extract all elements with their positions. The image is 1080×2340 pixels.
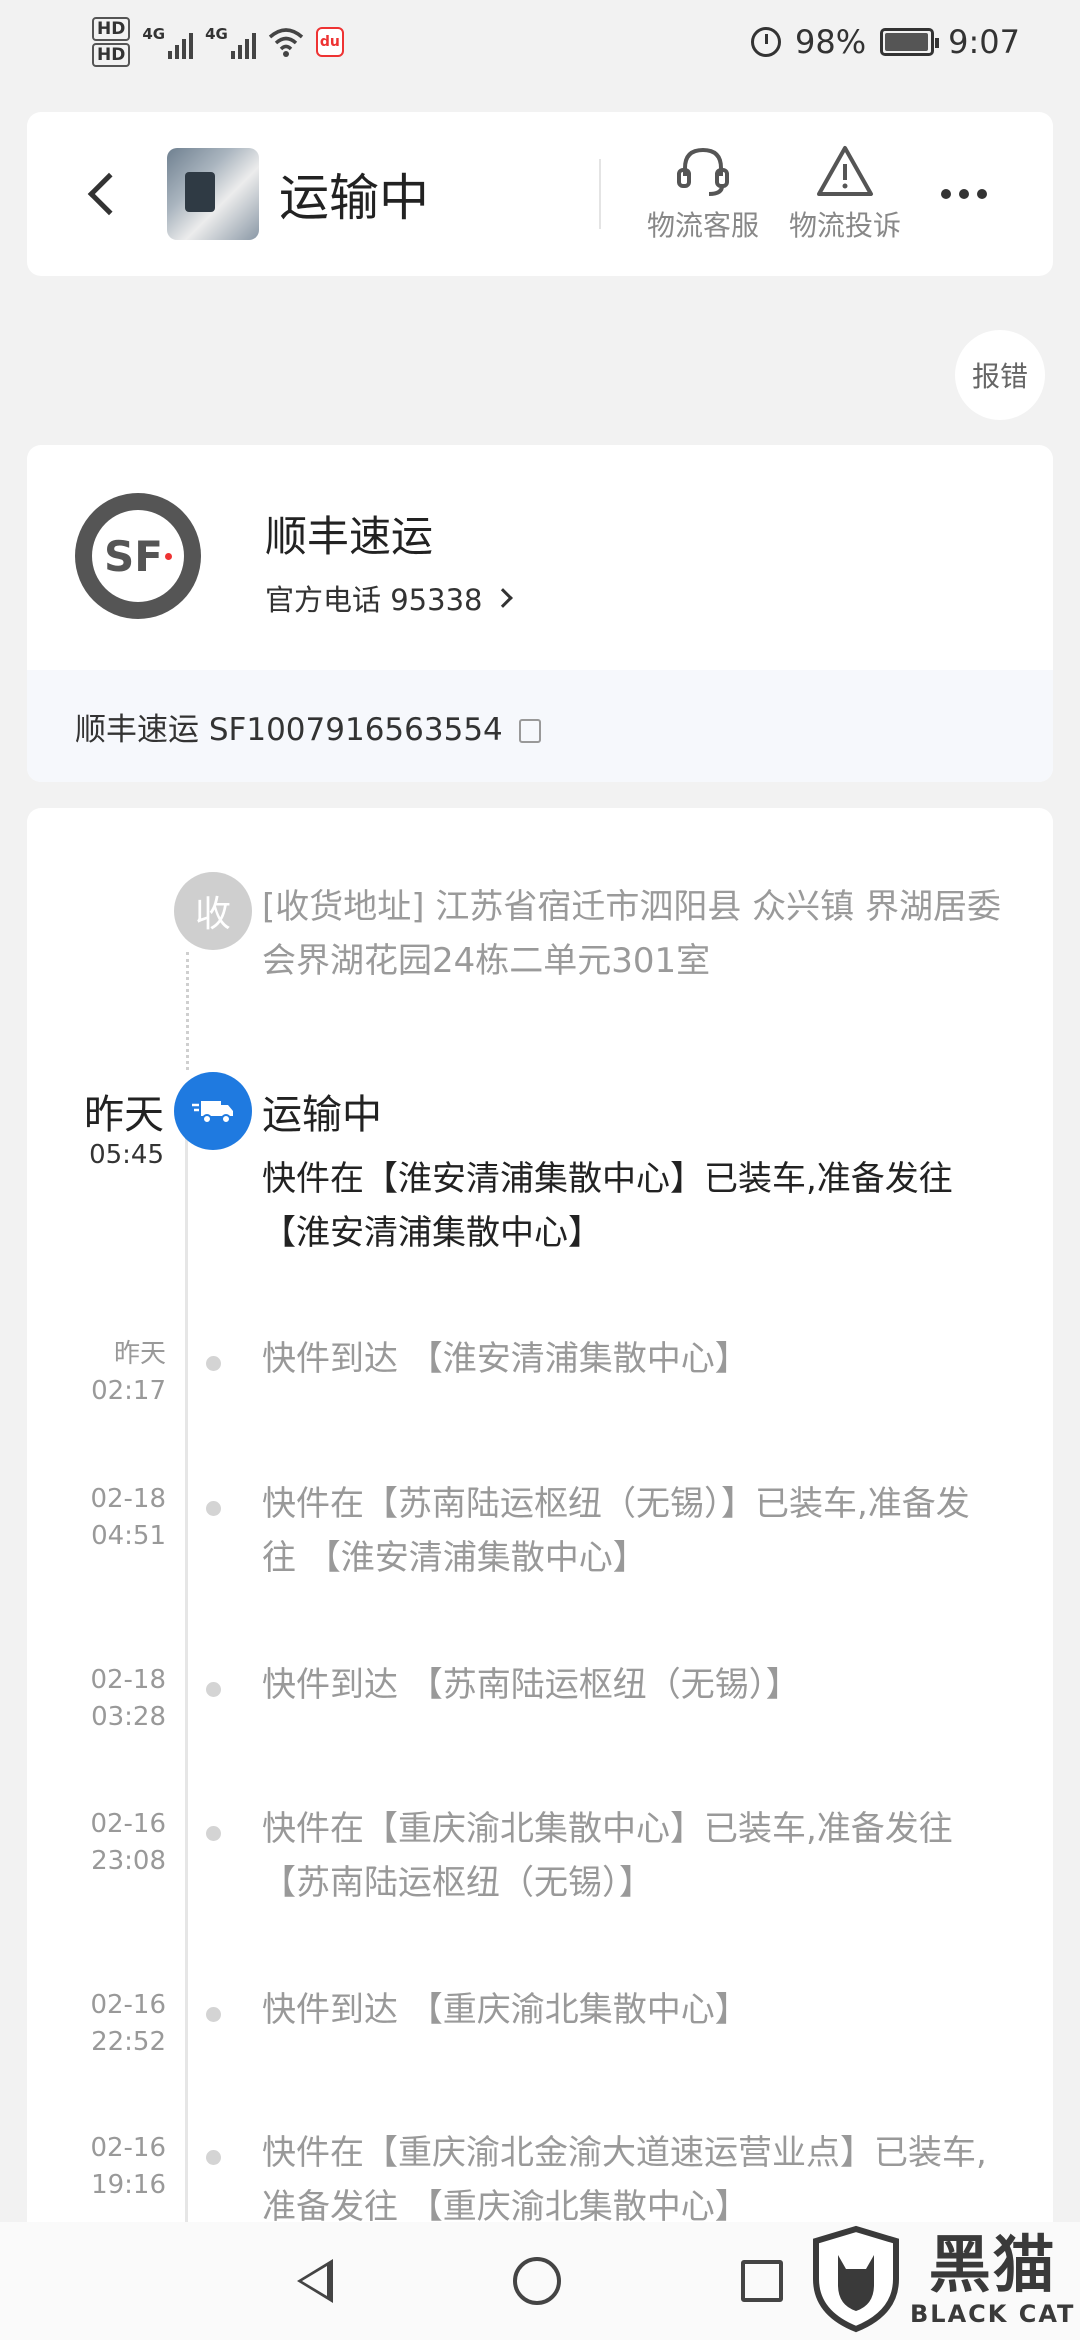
logistics-service-label: 物流客服 xyxy=(647,209,760,242)
hd-badge-2: HD xyxy=(92,43,131,67)
product-thumbnail[interactable] xyxy=(167,148,259,240)
timeline-event-date: 昨天 02:17 xyxy=(91,1339,166,1406)
header-bar: 运输中 物流客服 物流投诉 xyxy=(27,112,1053,276)
watermark-en: BLACK CAT xyxy=(910,2300,1076,2328)
current-event-day: 昨天 xyxy=(84,1092,164,1138)
warning-icon xyxy=(817,146,874,196)
timeline-dot xyxy=(206,2150,221,2165)
timeline-event-text: 快件到达 【淮安清浦集散中心】 xyxy=(262,1339,749,1379)
watermark-cn: 黑猫 xyxy=(928,2228,1057,2301)
nav-back-button[interactable] xyxy=(297,2259,333,2303)
timeline-dot xyxy=(206,1356,221,1371)
timeline-event-text: 快件在【重庆渝北集散中心】已装车,准备发往 【苏南陆运枢纽（无锡）】 xyxy=(262,1809,953,1903)
wifi-icon xyxy=(268,28,303,57)
timeline-dashed-line xyxy=(186,952,189,1070)
hd-badge-1: HD xyxy=(92,17,131,41)
app-notification-icon: du xyxy=(315,27,344,57)
current-event-status: 运输中 xyxy=(262,1092,382,1138)
timeline-event-date: 02-18 04:51 xyxy=(90,1484,166,1551)
courier-phone-label: 官方电话 95338 xyxy=(265,583,483,617)
signal-icon-2: 4G xyxy=(205,25,256,59)
clock: 9:07 xyxy=(948,23,1020,61)
more-options-button[interactable] xyxy=(941,189,988,199)
timeline-event-text: 快件到达 【重庆渝北集散中心】 xyxy=(262,1990,749,2030)
black-cat-watermark: 黑猫 BLACK CAT xyxy=(810,2218,1080,2340)
logistics-service-button[interactable]: 物流客服 xyxy=(647,144,759,244)
timeline-event-date: 02-18 03:28 xyxy=(90,1665,166,1732)
timeline-event-date: 02-16 22:52 xyxy=(90,1990,166,2057)
courier-card: SF 顺丰速运 官方电话 95338 顺丰速运 SF1007916563554 xyxy=(27,445,1053,782)
timeline-event-text: 快件在【苏南陆运枢纽（无锡）】已装车,准备发往 【淮安清浦集散中心】 xyxy=(262,1484,970,1578)
timeline-line xyxy=(185,1124,188,2340)
timeline-event-date: 02-16 19:16 xyxy=(90,2133,166,2200)
tracking-number: 顺丰速运 SF1007916563554 xyxy=(75,711,503,748)
nav-recent-apps-button[interactable] xyxy=(741,2260,783,2302)
back-arrow-icon xyxy=(87,172,131,216)
truck-icon xyxy=(174,1072,252,1150)
timeline-dot xyxy=(206,1501,221,1516)
timeline-dot xyxy=(206,1826,221,1841)
receiver-address: [收货地址] 江苏省宿迁市泗阳县 众兴镇 界湖居委会界湖花园24栋二单元301室 xyxy=(262,887,1001,981)
signal-icon-1: 4G xyxy=(142,25,194,59)
report-error-button[interactable]: 报错 xyxy=(955,330,1045,420)
header-divider xyxy=(599,159,601,229)
back-button[interactable] xyxy=(47,112,157,276)
chevron-right-icon xyxy=(493,588,514,608)
timeline-dot xyxy=(206,1682,221,1697)
cat-shield-icon xyxy=(813,2225,899,2333)
timeline-event-text: 快件到达 【苏南陆运枢纽（无锡）】 xyxy=(262,1665,800,1705)
copy-icon[interactable] xyxy=(518,713,548,743)
receiver-node: 收 xyxy=(174,872,252,950)
courier-phone-link[interactable]: 官方电话 95338 xyxy=(265,577,514,619)
logistics-complaint-label: 物流投诉 xyxy=(789,209,902,242)
sf-express-logo: SF xyxy=(75,493,201,619)
current-event-time: 05:45 xyxy=(89,1140,164,1170)
courier-name: 顺丰速运 xyxy=(265,512,434,561)
tracking-number-row: 顺丰速运 SF1007916563554 xyxy=(27,670,1053,782)
battery-percent: 98% xyxy=(795,23,867,61)
battery-icon xyxy=(880,28,940,56)
headset-icon xyxy=(677,147,729,196)
page-title: 运输中 xyxy=(279,169,429,227)
more-dots-icon xyxy=(941,189,952,199)
status-bar: HD HD 4G 4G du 98% 9:07 xyxy=(0,0,1080,84)
alarm-icon xyxy=(751,27,782,57)
timeline-dot xyxy=(206,2007,221,2022)
current-event-description: 快件在【淮安清浦集散中心】已装车,准备发往【淮安清浦集散中心】 xyxy=(262,1159,953,1253)
logistics-complaint-button[interactable]: 物流投诉 xyxy=(789,144,901,244)
nav-home-button[interactable] xyxy=(513,2257,561,2305)
timeline-event-date: 02-16 23:08 xyxy=(90,1809,166,1876)
